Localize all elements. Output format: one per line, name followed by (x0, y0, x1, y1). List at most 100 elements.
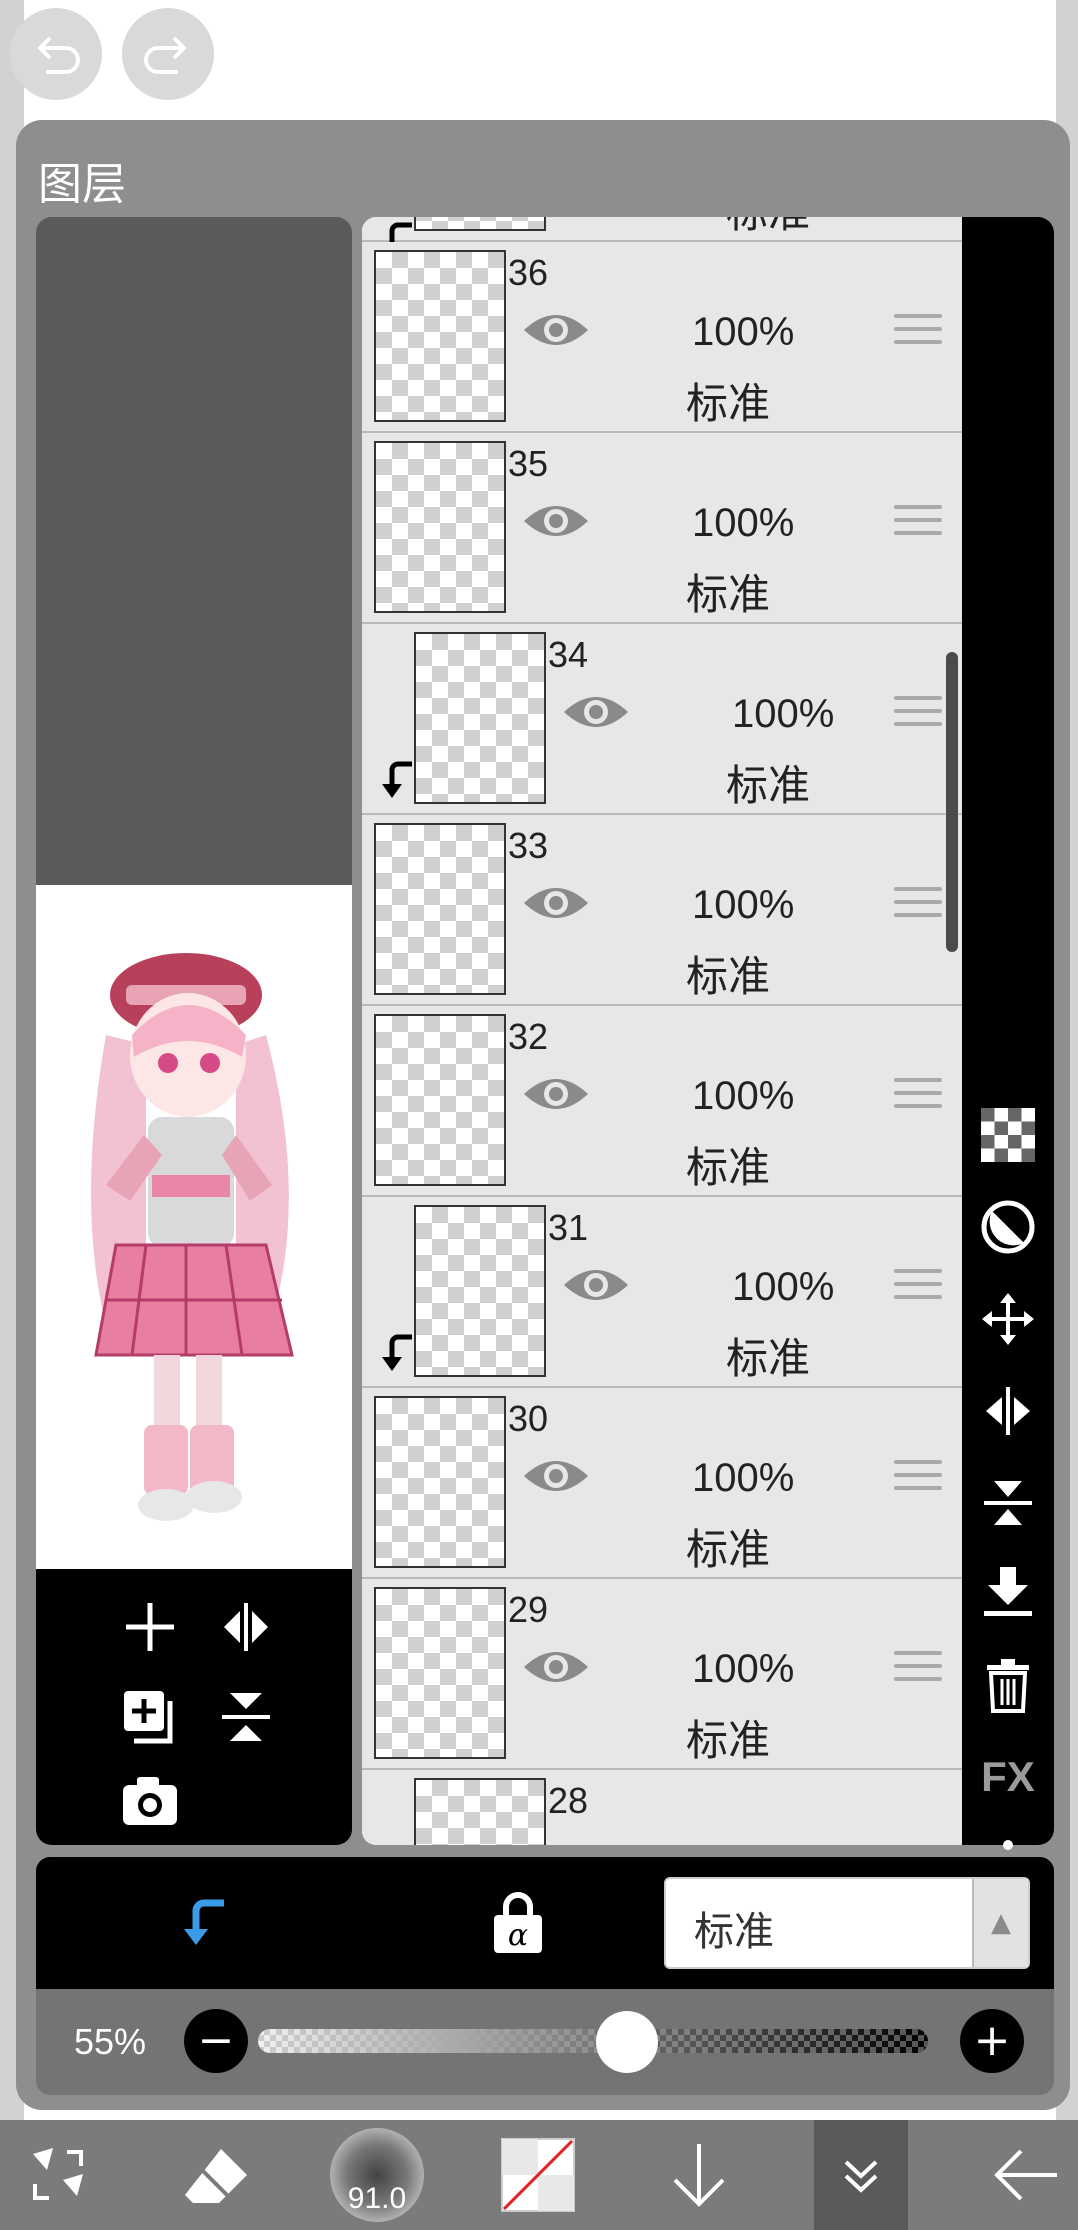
layer-number: 32 (508, 1016, 549, 1057)
layer-thumbnail[interactable] (414, 632, 546, 804)
flip-layer-vertical-button[interactable] (978, 1473, 1038, 1533)
delete-layer-button[interactable] (978, 1655, 1038, 1715)
canvas-preview[interactable] (36, 885, 352, 1569)
visibility-eye-icon[interactable] (522, 881, 590, 925)
undo-icon (37, 36, 80, 74)
layer-preview-column (36, 217, 352, 1845)
layer-blend-mode: 标准 (726, 761, 811, 810)
visibility-eye-icon[interactable] (522, 1072, 590, 1116)
layer-row[interactable]: 32 100% 标准 (362, 1006, 962, 1197)
dropdown-arrow-icon: ▲ (972, 1879, 1028, 1967)
layer-thumbnail[interactable] (374, 1396, 506, 1568)
layer-down-button[interactable] (664, 2120, 734, 2230)
visibility-eye-icon[interactable] (562, 690, 630, 734)
layer-row[interactable]: 标准 (362, 217, 962, 259)
plus-icon (126, 1603, 174, 1651)
layer-row[interactable]: 36 100% 标准 (362, 242, 962, 433)
drag-handle-icon[interactable] (894, 1460, 942, 1500)
layer-row[interactable]: 28 (362, 1770, 962, 1845)
alpha-lock-button[interactable]: α (490, 1891, 550, 1955)
layer-opacity: 100% (692, 310, 795, 354)
layer-number: 33 (508, 825, 549, 866)
drag-handle-icon[interactable] (894, 887, 942, 927)
brush-size-button[interactable]: 91.0 (330, 2128, 424, 2222)
checkerboard-icon (981, 1108, 1035, 1162)
merge-down-button[interactable] (978, 1563, 1038, 1623)
layer-row[interactable]: 29 100% 标准 (362, 1579, 962, 1770)
layer-thumbnail[interactable] (374, 250, 506, 422)
clip-indicator-icon (382, 1334, 412, 1371)
layer-blend-mode: 标准 (686, 1525, 771, 1574)
visibility-eye-icon[interactable] (522, 308, 590, 352)
layer-opacity: 100% (732, 692, 835, 736)
layer-thumbnail[interactable] (414, 1205, 546, 1377)
layer-blend-mode: 标准 (686, 1143, 771, 1192)
layer-thumbnail[interactable] (374, 1014, 506, 1186)
opacity-decrease-button[interactable]: − (184, 2009, 248, 2073)
flip-layer-horizontal-button[interactable] (978, 1381, 1038, 1441)
layers-panel-button[interactable] (814, 2120, 908, 2230)
drag-handle-icon[interactable] (894, 1269, 942, 1309)
drag-handle-icon[interactable] (894, 1078, 942, 1118)
color-button[interactable] (500, 2120, 576, 2230)
visibility-eye-icon[interactable] (522, 1454, 590, 1498)
blend-mode-select[interactable]: 标准 ▲ (664, 1877, 1030, 1969)
visibility-eye-icon[interactable] (562, 1263, 630, 1307)
layer-row[interactable]: 31 100% 标准 (362, 1197, 962, 1388)
opacity-slider[interactable] (258, 2029, 928, 2053)
layer-thumbnail[interactable] (414, 217, 546, 231)
layer-tools-sidebar: FX (962, 217, 1054, 1894)
redo-button[interactable] (122, 8, 214, 100)
opacity-bar: 55% − + (36, 1989, 1054, 2095)
layer-row[interactable]: 34 100% 标准 (362, 624, 962, 815)
clipping-button[interactable] (178, 1893, 238, 1953)
layer-opacity: 100% (692, 883, 795, 927)
duplicate-layer-button[interactable] (118, 1685, 182, 1749)
layer-blend-mode: 标准 (686, 1716, 771, 1765)
layer-blend-mode: 标准 (686, 570, 771, 619)
flip-vertical-button[interactable] (214, 1685, 278, 1749)
drag-handle-icon[interactable] (894, 1651, 942, 1691)
undo-button[interactable] (10, 8, 102, 100)
layer-thumbnail[interactable] (374, 823, 506, 995)
fx-button[interactable]: FX (978, 1747, 1038, 1807)
move-button[interactable] (978, 1289, 1038, 1349)
preview-dim-area (36, 217, 352, 885)
layer-opacity: 100% (732, 1265, 835, 1309)
opacity-increase-button[interactable]: + (960, 2009, 1024, 2073)
layer-list-scrollbar[interactable] (946, 652, 958, 952)
visibility-eye-icon[interactable] (522, 1645, 590, 1689)
flip-vertical-icon (222, 1693, 270, 1741)
flip-horizontal-button[interactable] (214, 1595, 278, 1659)
flip-vertical-icon (984, 1481, 1032, 1525)
add-layer-button[interactable] (118, 1595, 182, 1659)
transform-tool-button[interactable] (18, 2120, 98, 2230)
layer-list[interactable]: 标准 36 100% 标准 35 100% 标准 34 100% 标准 33 100% 标准 32 100%… (362, 217, 962, 1845)
chevron-double-down-icon (844, 2160, 878, 2193)
invert-button[interactable] (978, 1197, 1038, 1257)
main-toolbar: 91.0 (0, 2120, 1078, 2230)
flip-horizontal-icon (224, 1603, 268, 1651)
layer-row[interactable]: 35 100% 标准 (362, 433, 962, 624)
visibility-eye-icon[interactable] (522, 499, 590, 543)
redo-icon (144, 36, 187, 74)
layer-opacity: 100% (692, 1647, 795, 1691)
layer-thumbnail[interactable] (374, 1587, 506, 1759)
back-button[interactable] (986, 2120, 1066, 2230)
brush-size-value: 91.0 (347, 2182, 407, 2215)
layer-thumbnail[interactable] (414, 1778, 546, 1845)
transparent-fill-button[interactable] (978, 1105, 1038, 1165)
drag-handle-icon[interactable] (894, 505, 942, 545)
opacity-slider-knob[interactable] (595, 2011, 658, 2073)
layer-row[interactable]: 30 100% 标准 (362, 1388, 962, 1579)
layer-row[interactable]: 33 100% 标准 (362, 815, 962, 1006)
arrow-left-icon (994, 2149, 1057, 2201)
contrast-icon (981, 1200, 1035, 1254)
layer-thumbnail[interactable] (374, 441, 506, 613)
camera-icon (123, 1777, 177, 1825)
drag-handle-icon[interactable] (894, 314, 942, 354)
transform-icon (33, 2148, 83, 2200)
drag-handle-icon[interactable] (894, 696, 942, 736)
eraser-tool-button[interactable] (176, 2120, 256, 2230)
camera-button[interactable] (118, 1769, 182, 1833)
